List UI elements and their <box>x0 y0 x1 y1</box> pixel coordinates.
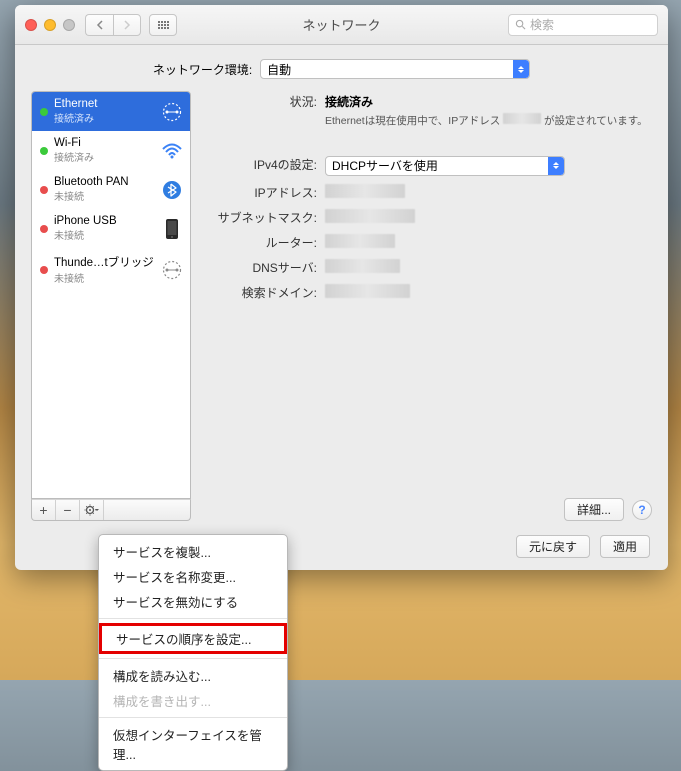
titlebar: ネットワーク 検索 <box>15 5 668 45</box>
close-button[interactable] <box>25 19 37 31</box>
status-value: 接続済み <box>325 95 373 109</box>
iphone-icon <box>160 218 184 240</box>
service-status: 未接続 <box>54 270 154 285</box>
router-label: ルーター: <box>205 232 325 251</box>
dns-label: DNSサーバ: <box>205 257 325 276</box>
advanced-button[interactable]: 詳細... <box>564 498 624 521</box>
dns-value <box>325 259 400 273</box>
menu-item[interactable]: サービスの順序を設定... <box>99 623 287 654</box>
service-status: 接続済み <box>54 149 154 164</box>
back-button[interactable] <box>85 14 113 36</box>
wifi-icon <box>160 140 184 162</box>
service-status: 未接続 <box>54 188 154 203</box>
service-status: 未接続 <box>54 227 154 242</box>
ipv4-config-label: IPv4の設定: <box>205 154 325 173</box>
service-name: Ethernet <box>54 98 154 110</box>
service-status: 接続済み <box>54 110 154 125</box>
menu-item[interactable]: サービスを名称変更... <box>99 564 287 589</box>
status-label: 状況: <box>205 91 325 110</box>
service-item-wifi[interactable]: Wi-Fi接続済み <box>32 131 190 170</box>
searchdomain-value <box>325 284 410 298</box>
menu-item: 構成を書き出す... <box>99 688 287 713</box>
ip-label: IPアドレス: <box>205 182 325 201</box>
revert-button[interactable]: 元に戻す <box>516 535 590 558</box>
chevron-updown-icon <box>548 157 564 175</box>
menu-item[interactable]: サービスを複製... <box>99 539 287 564</box>
status-dot-icon <box>40 266 48 274</box>
menu-item[interactable]: サービスを無効にする <box>99 589 287 614</box>
apply-button[interactable]: 適用 <box>600 535 650 558</box>
location-dropdown[interactable]: 自動 <box>260 59 530 79</box>
search-icon <box>515 19 526 30</box>
zoom-button[interactable] <box>63 19 75 31</box>
menu-separator <box>99 618 287 619</box>
service-item-bluetooth[interactable]: Bluetooth PAN未接続 <box>32 170 190 209</box>
show-all-button[interactable] <box>149 14 177 36</box>
service-list: Ethernet接続済みWi-Fi接続済みBluetooth PAN未接続iPh… <box>31 91 191 499</box>
service-name: iPhone USB <box>54 215 154 227</box>
gear-icon <box>84 504 100 516</box>
help-button[interactable]: ? <box>632 500 652 520</box>
location-label: ネットワーク環境: <box>153 61 252 78</box>
window-title: ネットワーク <box>302 15 380 34</box>
service-detail: 状況: 接続済み Ethernetは現在使用中で、IPアドレス が設定されていま… <box>205 91 652 521</box>
forward-button[interactable] <box>113 14 141 36</box>
menu-item[interactable]: 構成を読み込む... <box>99 663 287 688</box>
bluetooth-icon <box>160 179 184 201</box>
prefs-window: ネットワーク 検索 ネットワーク環境: 自動 Ethernet接続済みWi-Fi… <box>15 5 668 570</box>
status-dot-icon <box>40 186 48 194</box>
sidebar-footer: + − <box>31 499 191 521</box>
ipv4-config-dropdown[interactable]: DHCPサーバを使用 <box>325 156 565 176</box>
menu-separator <box>99 717 287 718</box>
menu-item[interactable]: 仮想インターフェイスを管理... <box>99 722 287 766</box>
gear-context-menu: サービスを複製...サービスを名称変更...サービスを無効にするサービスの順序を… <box>98 534 288 771</box>
ipv4-config-value: DHCPサーバを使用 <box>326 157 548 174</box>
status-dot-icon <box>40 108 48 116</box>
status-desc-post: が設定されています。 <box>544 115 648 127</box>
service-item-ethernet[interactable]: Ethernet接続済み <box>32 92 190 131</box>
gear-menu-button[interactable] <box>80 500 104 520</box>
location-value: 自動 <box>261 61 513 78</box>
search-input[interactable]: 検索 <box>508 14 658 36</box>
add-service-button[interactable]: + <box>32 500 56 520</box>
ip-redacted <box>503 113 541 124</box>
service-name: Wi-Fi <box>54 137 154 149</box>
menu-separator <box>99 658 287 659</box>
remove-service-button[interactable]: − <box>56 500 80 520</box>
ethernet-icon <box>160 101 184 123</box>
service-item-iphone[interactable]: iPhone USB未接続 <box>32 209 190 248</box>
location-row: ネットワーク環境: 自動 <box>15 45 668 91</box>
service-name: Thunde…tブリッジ <box>54 254 154 270</box>
nav-buttons <box>85 14 141 36</box>
status-dot-icon <box>40 147 48 155</box>
thunderbolt-icon <box>160 259 184 281</box>
status-dot-icon <box>40 225 48 233</box>
minimize-button[interactable] <box>44 19 56 31</box>
router-value <box>325 234 395 248</box>
traffic-lights <box>25 19 75 31</box>
subnet-label: サブネットマスク: <box>205 207 325 226</box>
service-sidebar: Ethernet接続済みWi-Fi接続済みBluetooth PAN未接続iPh… <box>31 91 191 521</box>
chevron-updown-icon <box>513 60 529 78</box>
subnet-value <box>325 209 415 223</box>
service-name: Bluetooth PAN <box>54 176 154 188</box>
search-placeholder: 検索 <box>530 16 554 33</box>
searchdomain-label: 検索ドメイン: <box>205 282 325 301</box>
ip-value <box>325 184 405 198</box>
status-desc-pre: Ethernetは現在使用中で、IPアドレス <box>325 115 500 127</box>
service-item-thunderbolt[interactable]: Thunde…tブリッジ未接続 <box>32 248 190 291</box>
